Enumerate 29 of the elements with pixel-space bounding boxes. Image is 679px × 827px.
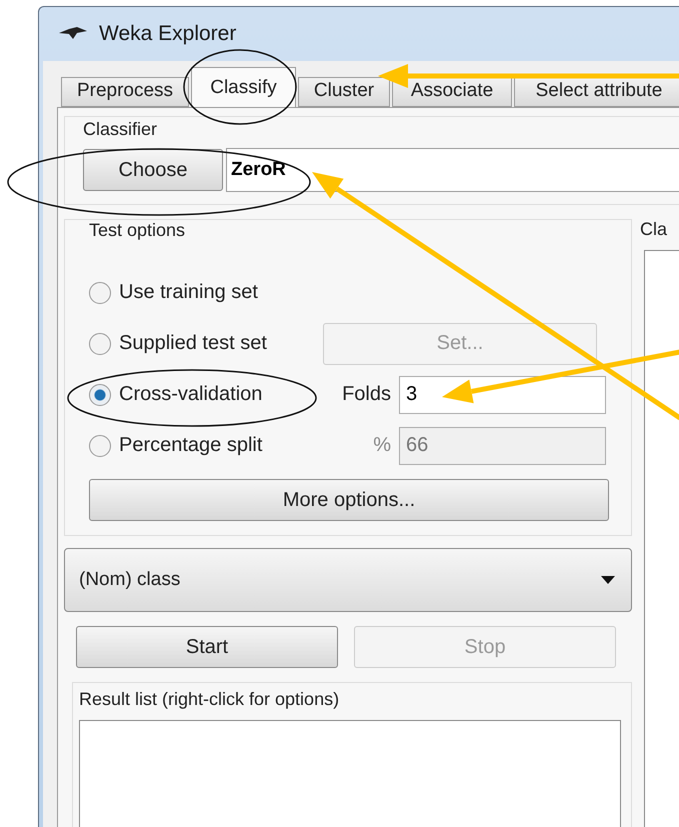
more-options-button[interactable]: More options... (89, 479, 609, 521)
tab[interactable]: Associate (392, 77, 512, 107)
group-label: Result list (right-click for options) (79, 689, 340, 710)
class-dropdown[interactable]: (Nom) class (64, 548, 632, 612)
group-label: Classifier (83, 119, 158, 140)
tab[interactable]: Preprocess (61, 77, 189, 107)
bird-icon (59, 27, 87, 41)
radio-button[interactable] (89, 434, 111, 456)
classifier-field[interactable]: ZeroR (226, 148, 679, 192)
option-label: Supplied test set (119, 332, 268, 355)
window-title: Weka Explorer (99, 22, 236, 46)
tab[interactable]: Cluster (298, 77, 390, 107)
radio-button[interactable] (89, 282, 111, 304)
tab[interactable]: Select attribute (514, 77, 679, 107)
field-label: % (372, 434, 392, 457)
radio-button[interactable] (89, 384, 111, 406)
run-button[interactable]: Start (76, 626, 338, 668)
field-label: Folds (341, 383, 392, 406)
group-label: Cla (640, 219, 668, 240)
radio-button[interactable] (89, 332, 111, 354)
option-label: Cross-validation (119, 383, 264, 406)
dropdown-value: (Nom) class (79, 569, 180, 591)
option-label: Use training set (119, 281, 259, 304)
tab[interactable]: Classify (191, 67, 296, 107)
group-label: Test options (89, 220, 186, 241)
caret-icon (601, 576, 615, 584)
input-field[interactable]: 3 (399, 376, 606, 414)
choose-button[interactable]: Choose (83, 149, 223, 191)
option-label: Percentage split (119, 434, 264, 457)
